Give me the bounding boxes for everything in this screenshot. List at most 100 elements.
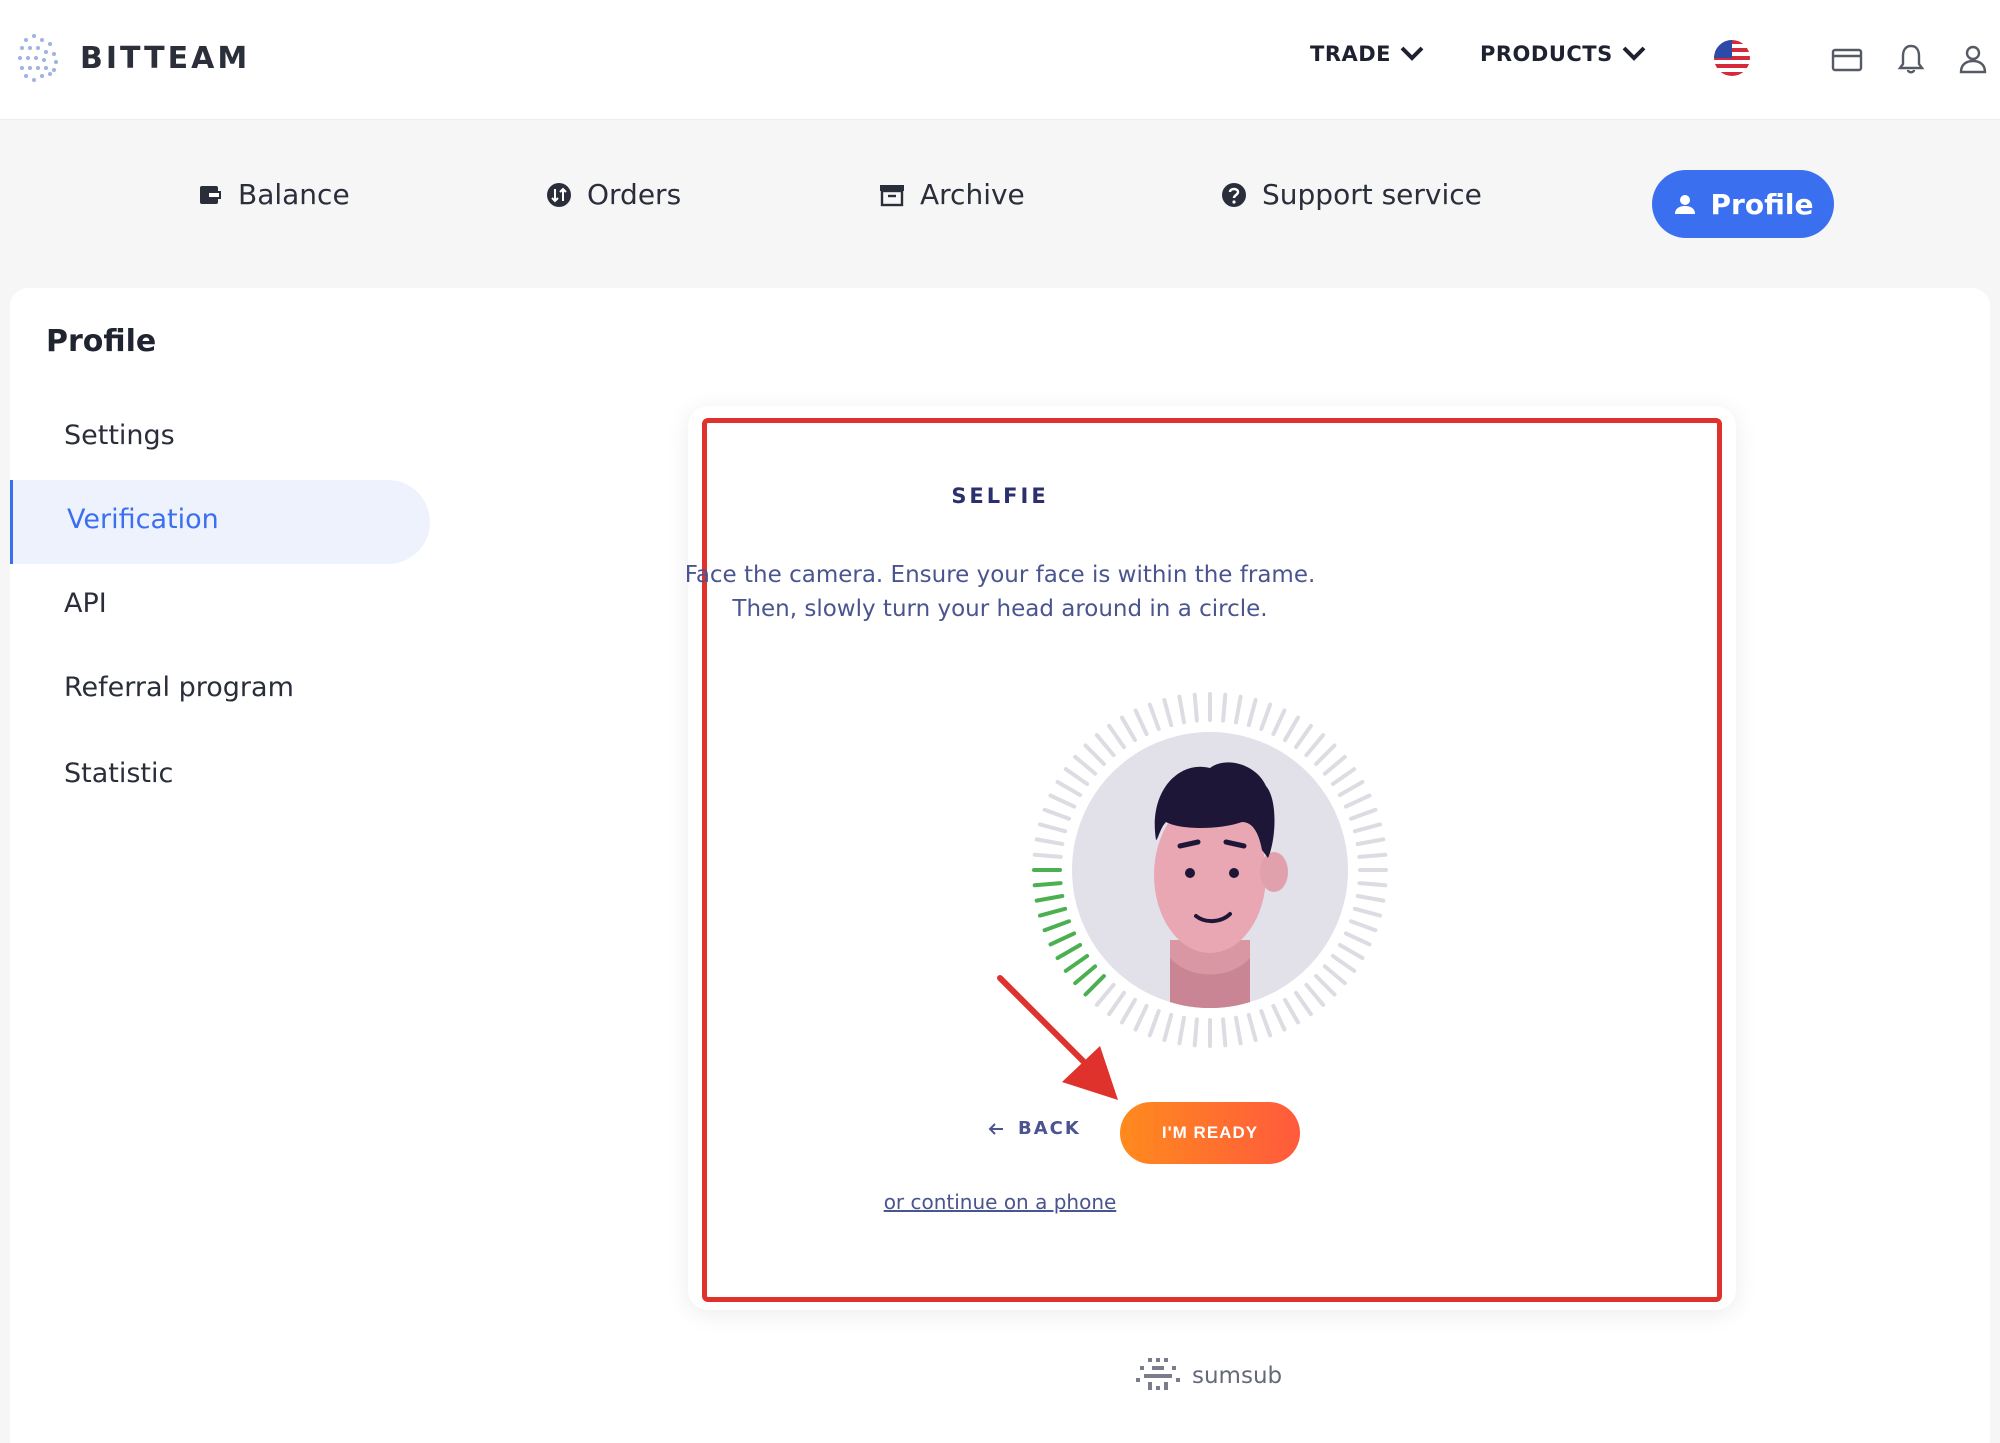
progress-tick xyxy=(1063,954,1090,973)
progress-tick xyxy=(1055,780,1083,797)
im-ready-button[interactable]: I'M READY xyxy=(1120,1102,1300,1164)
tab-balance[interactable]: Balance xyxy=(196,178,350,211)
progress-tick xyxy=(1357,852,1388,859)
top-header: BITTEAM TRADE PRODUCTS xyxy=(0,0,2000,120)
progress-tick xyxy=(1133,708,1149,737)
sidebar-item-statistic[interactable]: Statistic xyxy=(64,758,173,789)
progress-tick xyxy=(1162,698,1174,728)
progress-tick xyxy=(1343,793,1372,809)
progress-tick xyxy=(1322,964,1347,986)
progress-tick xyxy=(1034,894,1065,903)
progress-tick xyxy=(1343,931,1372,947)
progress-tick xyxy=(1349,919,1378,933)
progress-tick xyxy=(1294,723,1313,750)
sidebar-title: Profile xyxy=(46,324,157,359)
progress-tick xyxy=(1073,754,1098,776)
progress-tick xyxy=(1314,974,1337,997)
logo-text: BITTEAM xyxy=(80,40,251,76)
arrow-left-icon xyxy=(988,1122,1003,1135)
nav-products-dropdown[interactable]: PRODUCTS xyxy=(1480,42,1647,66)
progress-tick xyxy=(1337,943,1365,960)
progress-tick xyxy=(1192,1017,1199,1048)
progress-tick xyxy=(1330,954,1357,973)
progress-tick xyxy=(1042,919,1071,933)
progress-tick xyxy=(1048,931,1077,947)
progress-tick xyxy=(1094,733,1116,758)
chevron-down-icon xyxy=(1622,46,1646,61)
person-icon xyxy=(1674,195,1695,214)
nav-trade-label: TRADE xyxy=(1310,42,1392,66)
progress-tick xyxy=(1246,698,1258,728)
progress-tick xyxy=(1234,1015,1243,1046)
progress-tick xyxy=(1107,723,1126,750)
selfie-instructions-line-2: Then, slowly turn your head around in a … xyxy=(732,596,1268,622)
progress-tick xyxy=(1314,743,1337,766)
wallet-icon[interactable] xyxy=(1830,42,1864,76)
tab-orders[interactable]: Orders xyxy=(545,178,681,211)
progress-tick xyxy=(1271,1003,1287,1032)
archive-icon xyxy=(880,184,904,206)
progress-tick xyxy=(1177,694,1186,725)
progress-tick xyxy=(1271,708,1287,737)
progress-tick xyxy=(1259,702,1273,731)
tab-profile[interactable]: Profile xyxy=(1652,170,1834,238)
tab-profile-label: Profile xyxy=(1710,187,1814,221)
progress-tick xyxy=(1032,852,1063,859)
continue-on-phone-link[interactable]: or continue on a phone xyxy=(0,1190,2000,1214)
tab-support-label: Support service xyxy=(1262,178,1482,211)
tab-archive-label: Archive xyxy=(920,178,1025,211)
progress-tick xyxy=(1304,733,1326,758)
progress-tick xyxy=(1322,754,1347,776)
nav-products-label: PRODUCTS xyxy=(1480,42,1613,66)
progress-tick xyxy=(1355,894,1386,903)
sidebar-item-verification-label: Verification xyxy=(67,504,219,535)
nav-trade-dropdown[interactable]: TRADE xyxy=(1310,42,1425,66)
pointer-arrow-icon xyxy=(997,975,1118,1100)
logo-mark-icon xyxy=(18,34,58,82)
tab-balance-label: Balance xyxy=(238,178,350,211)
progress-tick xyxy=(1147,1009,1161,1038)
selfie-instructions-line-1: Face the camera. Ensure your face is wit… xyxy=(684,562,1316,588)
wallet-icon xyxy=(200,185,221,204)
progress-tick xyxy=(1352,822,1382,834)
back-button[interactable]: BACK xyxy=(988,1118,1081,1139)
tab-orders-label: Orders xyxy=(587,178,682,211)
progress-tick xyxy=(1221,692,1228,723)
orders-icon xyxy=(547,182,571,207)
user-icon[interactable] xyxy=(1956,42,1990,76)
help-icon xyxy=(1222,182,1246,207)
sumsub-branding: sumsub xyxy=(1134,1356,1282,1396)
selfie-title: SELFIE xyxy=(951,484,1049,508)
progress-tick xyxy=(1337,780,1365,797)
progress-tick xyxy=(1246,1012,1258,1042)
progress-tick xyxy=(1349,807,1378,821)
progress-tick xyxy=(1147,702,1161,731)
bell-icon[interactable] xyxy=(1894,42,1928,76)
progress-tick xyxy=(1133,1003,1149,1032)
tab-support-service[interactable]: Support service xyxy=(1220,178,1482,211)
progress-tick xyxy=(1083,743,1106,766)
back-button-label: BACK xyxy=(1018,1118,1081,1139)
selfie-instructions: Face the camera. Ensure your face is wit… xyxy=(0,558,2000,626)
progress-tick xyxy=(1034,837,1065,846)
progress-tick xyxy=(1352,906,1382,918)
progress-tick xyxy=(1120,715,1137,743)
progress-tick xyxy=(1234,694,1243,725)
chevron-down-icon xyxy=(1400,46,1424,61)
progress-tick xyxy=(1283,715,1300,743)
sidebar-item-referral-program[interactable]: Referral program xyxy=(64,672,294,703)
progress-tick xyxy=(1357,881,1388,888)
progress-tick xyxy=(1048,793,1077,809)
logo[interactable]: BITTEAM xyxy=(16,30,250,86)
us-flag-icon[interactable] xyxy=(1714,40,1750,76)
progress-tick xyxy=(1304,982,1326,1007)
sidebar-item-settings[interactable]: Settings xyxy=(64,420,175,451)
progress-tick xyxy=(1162,1012,1174,1042)
progress-tick xyxy=(1221,1017,1228,1048)
progress-tick xyxy=(1355,837,1386,846)
tab-archive[interactable]: Archive xyxy=(878,178,1025,211)
progress-tick xyxy=(1032,881,1063,888)
progress-tick xyxy=(1283,997,1300,1025)
sumsub-brand-text: sumsub xyxy=(1192,1363,1283,1389)
progress-tick xyxy=(1330,767,1357,786)
